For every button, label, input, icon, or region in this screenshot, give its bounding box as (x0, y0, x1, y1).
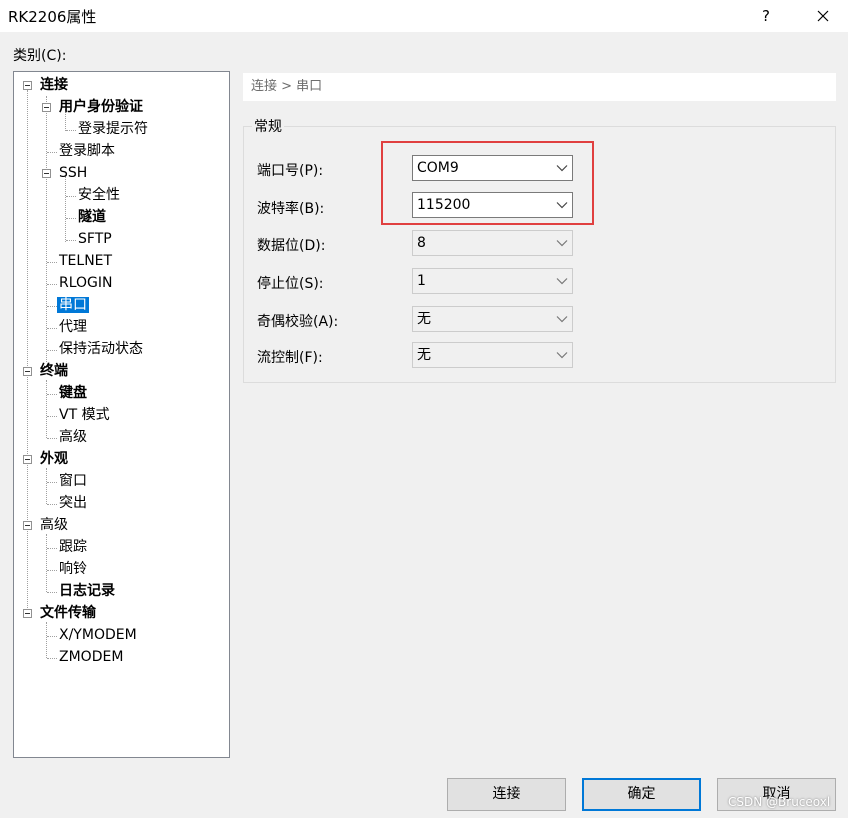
tree-item-window[interactable]: 窗口 (59, 471, 87, 491)
category-tree[interactable]: 连接 用户身份验证 登录提示符 登录脚本 SSH 安全性 隧道 SFTP TEL… (13, 71, 230, 758)
tree-item-login-prompt[interactable]: 登录提示符 (78, 119, 148, 139)
window-title: RK2206属性 (8, 8, 97, 26)
tree-line (47, 394, 57, 395)
tree-line (47, 306, 57, 307)
collapse-icon[interactable] (23, 521, 32, 530)
tree-item-telnet[interactable]: TELNET (59, 251, 112, 271)
tree-item-keyboard[interactable]: 键盘 (59, 383, 87, 403)
databits-select[interactable]: 8 (412, 230, 573, 256)
tree-item-terminal[interactable]: 终端 (40, 361, 68, 381)
port-label: 端口号(P): (257, 163, 324, 179)
baud-label: 波特率(B): (257, 201, 325, 217)
tree-line (47, 592, 57, 593)
tree-line (47, 152, 57, 153)
connect-button[interactable]: 连接 (447, 778, 566, 811)
highlight-box (381, 141, 594, 225)
group-title: 常规 (252, 116, 284, 136)
parity-label: 奇偶校验(A): (257, 314, 339, 330)
tree-line (66, 240, 76, 241)
chevron-down-icon (556, 231, 568, 255)
tree-line (47, 636, 57, 637)
tree-line (47, 350, 57, 351)
tree-line (47, 570, 57, 571)
tree-line (46, 96, 47, 362)
tree-item-ssh[interactable]: SSH (59, 163, 87, 183)
collapse-icon[interactable] (42, 169, 51, 178)
tree-line (47, 504, 57, 505)
close-icon (817, 10, 829, 22)
tree-line (47, 284, 57, 285)
tree-line (46, 468, 47, 504)
databits-value: 8 (417, 235, 426, 251)
tree-item-tunnel[interactable]: 隧道 (78, 207, 106, 227)
breadcrumb: 连接 > 串口 (243, 73, 836, 101)
collapse-icon[interactable] (42, 103, 51, 112)
tree-line (47, 548, 57, 549)
tree-item-logging[interactable]: 日志记录 (59, 581, 115, 601)
tree-line (65, 176, 66, 242)
databits-label: 数据位(D): (257, 238, 326, 254)
tree-line (66, 130, 76, 131)
help-button[interactable]: ? (752, 4, 780, 28)
tree-item-appearance[interactable]: 外观 (40, 449, 68, 469)
title-bar: RK2206属性 ? (0, 0, 848, 32)
tree-item-keepalive[interactable]: 保持活动状态 (59, 339, 143, 359)
tree-line (46, 534, 47, 592)
collapse-icon[interactable] (23, 367, 32, 376)
parity-value: 无 (417, 311, 431, 327)
tree-item-zmodem[interactable]: ZMODEM (59, 647, 123, 667)
parity-select[interactable]: 无 (412, 306, 573, 332)
tree-item-rlogin[interactable]: RLOGIN (59, 273, 113, 293)
chevron-down-icon (556, 343, 568, 367)
tree-item-connection[interactable]: 连接 (40, 75, 68, 95)
tree-line (47, 438, 57, 439)
tree-line (66, 218, 76, 219)
tree-item-advanced[interactable]: 高级 (40, 515, 68, 535)
collapse-icon[interactable] (23, 609, 32, 618)
category-label: 类别(C): (13, 48, 67, 64)
tree-line (47, 328, 57, 329)
tree-item-serial[interactable]: 串口 (57, 295, 89, 315)
tree-item-bell[interactable]: 响铃 (59, 559, 87, 579)
tree-item-login-script[interactable]: 登录脚本 (59, 141, 115, 161)
watermark: CSDN @Bruceoxl (728, 795, 831, 809)
stopbits-select[interactable]: 1 (412, 268, 573, 294)
tree-item-vt-mode[interactable]: VT 模式 (59, 405, 110, 425)
tree-item-proxy[interactable]: 代理 (59, 317, 87, 337)
tree-item-auth[interactable]: 用户身份验证 (59, 97, 143, 117)
stopbits-label: 停止位(S): (257, 276, 324, 292)
stopbits-value: 1 (417, 273, 426, 289)
flow-value: 无 (417, 347, 431, 363)
flow-select[interactable]: 无 (412, 342, 573, 368)
tree-line (47, 262, 57, 263)
tree-line (27, 90, 28, 618)
tree-item-highlight[interactable]: 突出 (59, 493, 87, 513)
tree-line (66, 196, 76, 197)
tree-line (47, 482, 57, 483)
collapse-icon[interactable] (23, 81, 32, 90)
tree-line (46, 622, 47, 658)
tree-line (47, 416, 57, 417)
tree-line (47, 658, 57, 659)
chevron-down-icon (556, 269, 568, 293)
tree-item-terminal-advanced[interactable]: 高级 (59, 427, 87, 447)
tree-item-sftp[interactable]: SFTP (78, 229, 112, 249)
tree-item-file-transfer[interactable]: 文件传输 (40, 603, 96, 623)
chevron-down-icon (556, 307, 568, 331)
close-button[interactable] (808, 4, 838, 28)
tree-item-security[interactable]: 安全性 (78, 185, 120, 205)
ok-button[interactable]: 确定 (582, 778, 701, 811)
tree-item-trace[interactable]: 跟踪 (59, 537, 87, 557)
tree-line (46, 380, 47, 438)
tree-item-xymodem[interactable]: X/YMODEM (59, 625, 137, 645)
flow-label: 流控制(F): (257, 350, 323, 366)
collapse-icon[interactable] (23, 455, 32, 464)
